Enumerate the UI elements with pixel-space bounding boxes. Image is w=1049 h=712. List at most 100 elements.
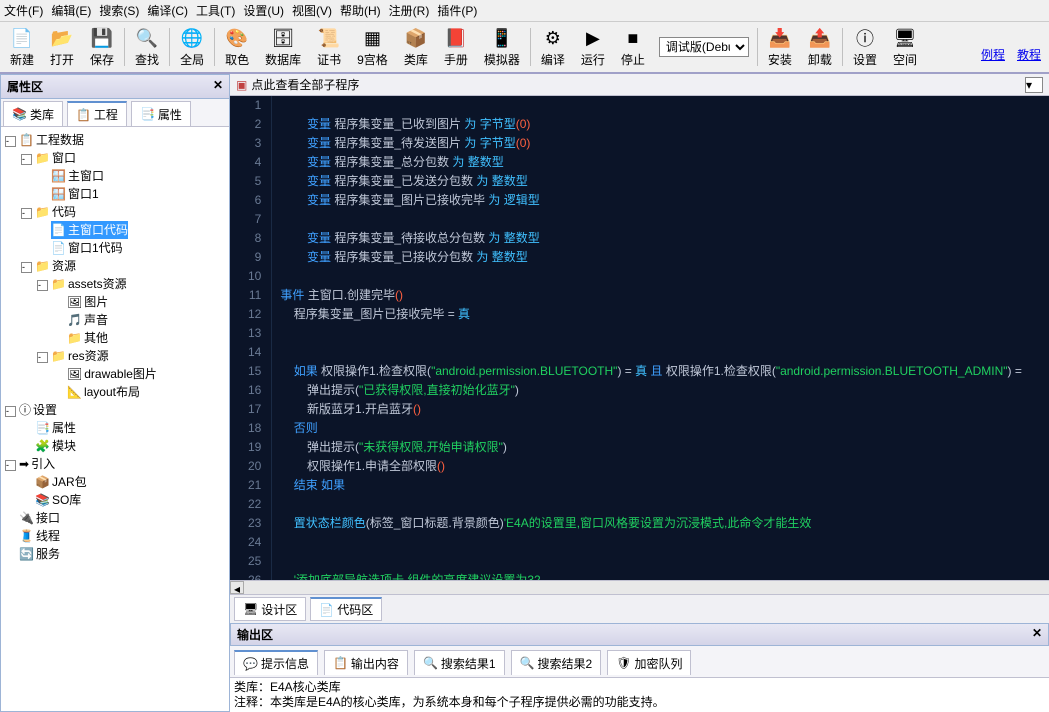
editor-hint[interactable]: 点此查看全部子程序	[251, 76, 359, 93]
toolbar-类库[interactable]: 📦类库	[396, 24, 436, 70]
code-line[interactable]: 程序集变量_图片已接收完毕 = 真	[280, 305, 1049, 324]
link-例程[interactable]: 例程	[981, 32, 1005, 63]
toolbar-卸载[interactable]: 📤卸载	[800, 24, 840, 70]
tree-node-JAR包[interactable]: 📦 JAR包	[35, 473, 87, 491]
code-line[interactable]: '添加底部导航选项卡,组件的高度建议设置为32	[280, 571, 1049, 580]
code-line[interactable]: 结束 如果	[280, 476, 1049, 495]
tree-node-res资源[interactable]: 📁 res资源	[51, 347, 109, 365]
code-lines[interactable]: 变量 程序集变量_已收到图片 为 字节型(0) 变量 程序集变量_待发送图片 为…	[272, 96, 1049, 580]
tree-node-其他[interactable]: 📁 其他	[67, 329, 108, 347]
code-line[interactable]	[280, 495, 1049, 514]
panel-close-icon[interactable]: ✕	[213, 78, 223, 95]
expand-icon[interactable]: -	[21, 154, 32, 165]
code-line[interactable]	[280, 324, 1049, 343]
menu-item[interactable]: 文件(F)	[4, 2, 43, 19]
link-教程[interactable]: 教程	[1017, 32, 1041, 63]
tree-node-资源[interactable]: 📁 资源	[35, 257, 76, 275]
tree-node-线程[interactable]: 🧵 线程	[19, 527, 60, 545]
toolbar-9宫格[interactable]: ▦9宫格	[349, 24, 396, 70]
tree-node-接口[interactable]: 🔌 接口	[19, 509, 60, 527]
code-line[interactable]: 事件 主窗口.创建完毕()	[280, 286, 1049, 305]
toolbar-安装[interactable]: 📥安装	[760, 24, 800, 70]
toolbar-运行[interactable]: ▶运行	[573, 24, 613, 70]
menu-item[interactable]: 设置(U)	[243, 2, 284, 19]
tree-node-SO库[interactable]: 📚 SO库	[35, 491, 81, 509]
bottom-tab-设计区[interactable]: 🖥设计区	[234, 597, 306, 621]
tree-node-layout布局[interactable]: 📐 layout布局	[67, 383, 140, 401]
output-tab-搜索结果1[interactable]: 🔍搜索结果1	[414, 650, 505, 675]
expand-icon[interactable]: -	[5, 136, 16, 147]
code-line[interactable]: 如果 权限操作1.检查权限("android.permission.BLUETO…	[280, 362, 1049, 381]
menu-item[interactable]: 注册(R)	[389, 2, 430, 19]
code-editor[interactable]: 1234567891011121314151617181920212223242…	[230, 96, 1049, 580]
left-tab-类库[interactable]: 📚类库	[3, 101, 63, 126]
tree-node-工程数据[interactable]: 📋 工程数据	[19, 131, 84, 149]
code-line[interactable]	[280, 343, 1049, 362]
toolbar-证书[interactable]: 📜证书	[309, 24, 349, 70]
left-tab-属性[interactable]: 📑属性	[131, 101, 191, 126]
toolbar-取色[interactable]: 🎨取色	[217, 24, 257, 70]
toolbar-新建[interactable]: 📄新建	[2, 24, 42, 70]
bottom-tab-代码区[interactable]: 📄代码区	[310, 597, 382, 621]
code-line[interactable]: 置状态栏颜色(标签_窗口标题.背景颜色)'E4A的设置里,窗口风格要设置为沉浸模…	[280, 514, 1049, 533]
toolbar-停止[interactable]: ■停止	[613, 24, 653, 70]
code-line[interactable]: 变量 程序集变量_待接收总分包数 为 整数型	[280, 229, 1049, 248]
expand-icon[interactable]: -	[21, 262, 32, 273]
code-line[interactable]	[280, 533, 1049, 552]
code-line[interactable]: 变量 程序集变量_已接收分包数 为 整数型	[280, 248, 1049, 267]
tree-node-主窗口[interactable]: 🪟 主窗口	[51, 167, 104, 185]
output-close-icon[interactable]: ✕	[1032, 626, 1042, 643]
tree-node-窗口1代码[interactable]: 📄 窗口1代码	[51, 239, 123, 257]
tree-node-代码[interactable]: 📁 代码	[35, 203, 76, 221]
code-line[interactable]: 弹出提示("已获得权限,直接初始化蓝牙")	[280, 381, 1049, 400]
toolbar-全局[interactable]: 🌐全局	[172, 24, 212, 70]
code-line[interactable]: 否则	[280, 419, 1049, 438]
toolbar-保存[interactable]: 💾保存	[82, 24, 122, 70]
toolbar-编译[interactable]: ⚙编译	[533, 24, 573, 70]
expand-icon[interactable]: -	[5, 460, 16, 471]
code-line[interactable]	[280, 210, 1049, 229]
tree-node-窗口[interactable]: 📁 窗口	[35, 149, 76, 167]
editor-dropdown-icon[interactable]: ▾	[1025, 77, 1043, 93]
menu-item[interactable]: 帮助(H)	[340, 2, 381, 19]
code-line[interactable]: 权限操作1.申请全部权限()	[280, 457, 1049, 476]
tree-node-图片[interactable]: 🖼 图片	[67, 293, 108, 311]
left-tab-工程[interactable]: 📋工程	[67, 101, 127, 126]
code-line[interactable]: 弹出提示("未获得权限,开始申请权限")	[280, 438, 1049, 457]
tree-node-属性[interactable]: 📑 属性	[35, 419, 76, 437]
output-tab-加密队列[interactable]: 🛡加密队列	[607, 650, 691, 675]
toolbar-数据库[interactable]: 🗄数据库	[257, 24, 309, 70]
code-line[interactable]	[280, 96, 1049, 115]
output-tab-搜索结果2[interactable]: 🔍搜索结果2	[511, 650, 602, 675]
code-line[interactable]	[280, 552, 1049, 571]
menu-item[interactable]: 编译(C)	[147, 2, 188, 19]
tree-node-assets资源[interactable]: 📁 assets资源	[51, 275, 127, 293]
tree-node-模块[interactable]: 🧩 模块	[35, 437, 76, 455]
output-tab-提示信息[interactable]: 💬提示信息	[234, 650, 318, 675]
tree-node-drawable图片[interactable]: 🖼 drawable图片	[67, 365, 157, 383]
tree-node-主窗口代码[interactable]: 📄 主窗口代码	[51, 221, 128, 239]
code-line[interactable]: 变量 程序集变量_已发送分包数 为 整数型	[280, 172, 1049, 191]
code-line[interactable]: 变量 程序集变量_已收到图片 为 字节型(0)	[280, 115, 1049, 134]
menu-item[interactable]: 搜索(S)	[99, 2, 139, 19]
toolbar-手册[interactable]: 📕手册	[436, 24, 476, 70]
tree-node-设置[interactable]: ⓘ 设置	[19, 401, 57, 419]
menu-item[interactable]: 视图(V)	[292, 2, 332, 19]
tree-node-服务[interactable]: 🔄 服务	[19, 545, 60, 563]
expand-icon[interactable]: -	[5, 406, 16, 417]
toolbar-模拟器[interactable]: 📱模拟器	[476, 24, 528, 70]
output-tab-输出内容[interactable]: 📋输出内容	[324, 650, 408, 675]
menu-item[interactable]: 工具(T)	[196, 2, 235, 19]
tree-node-声音[interactable]: 🎵 声音	[67, 311, 108, 329]
code-line[interactable]: 变量 程序集变量_总分包数 为 整数型	[280, 153, 1049, 172]
toolbar-设置[interactable]: ⓘ设置	[845, 24, 885, 70]
expand-icon[interactable]: -	[37, 352, 48, 363]
menu-item[interactable]: 编辑(E)	[51, 2, 91, 19]
hscroll-left-icon[interactable]: ◂	[230, 581, 244, 594]
tree-node-引入[interactable]: ➡ 引入	[19, 455, 55, 473]
code-line[interactable]: 变量 程序集变量_待发送图片 为 字节型(0)	[280, 134, 1049, 153]
code-line[interactable]	[280, 267, 1049, 286]
code-line[interactable]: 新版蓝牙1.开启蓝牙()	[280, 400, 1049, 419]
build-config-select[interactable]: 调试版(Debug)	[659, 37, 749, 57]
code-line[interactable]: 变量 程序集变量_图片已接收完毕 为 逻辑型	[280, 191, 1049, 210]
